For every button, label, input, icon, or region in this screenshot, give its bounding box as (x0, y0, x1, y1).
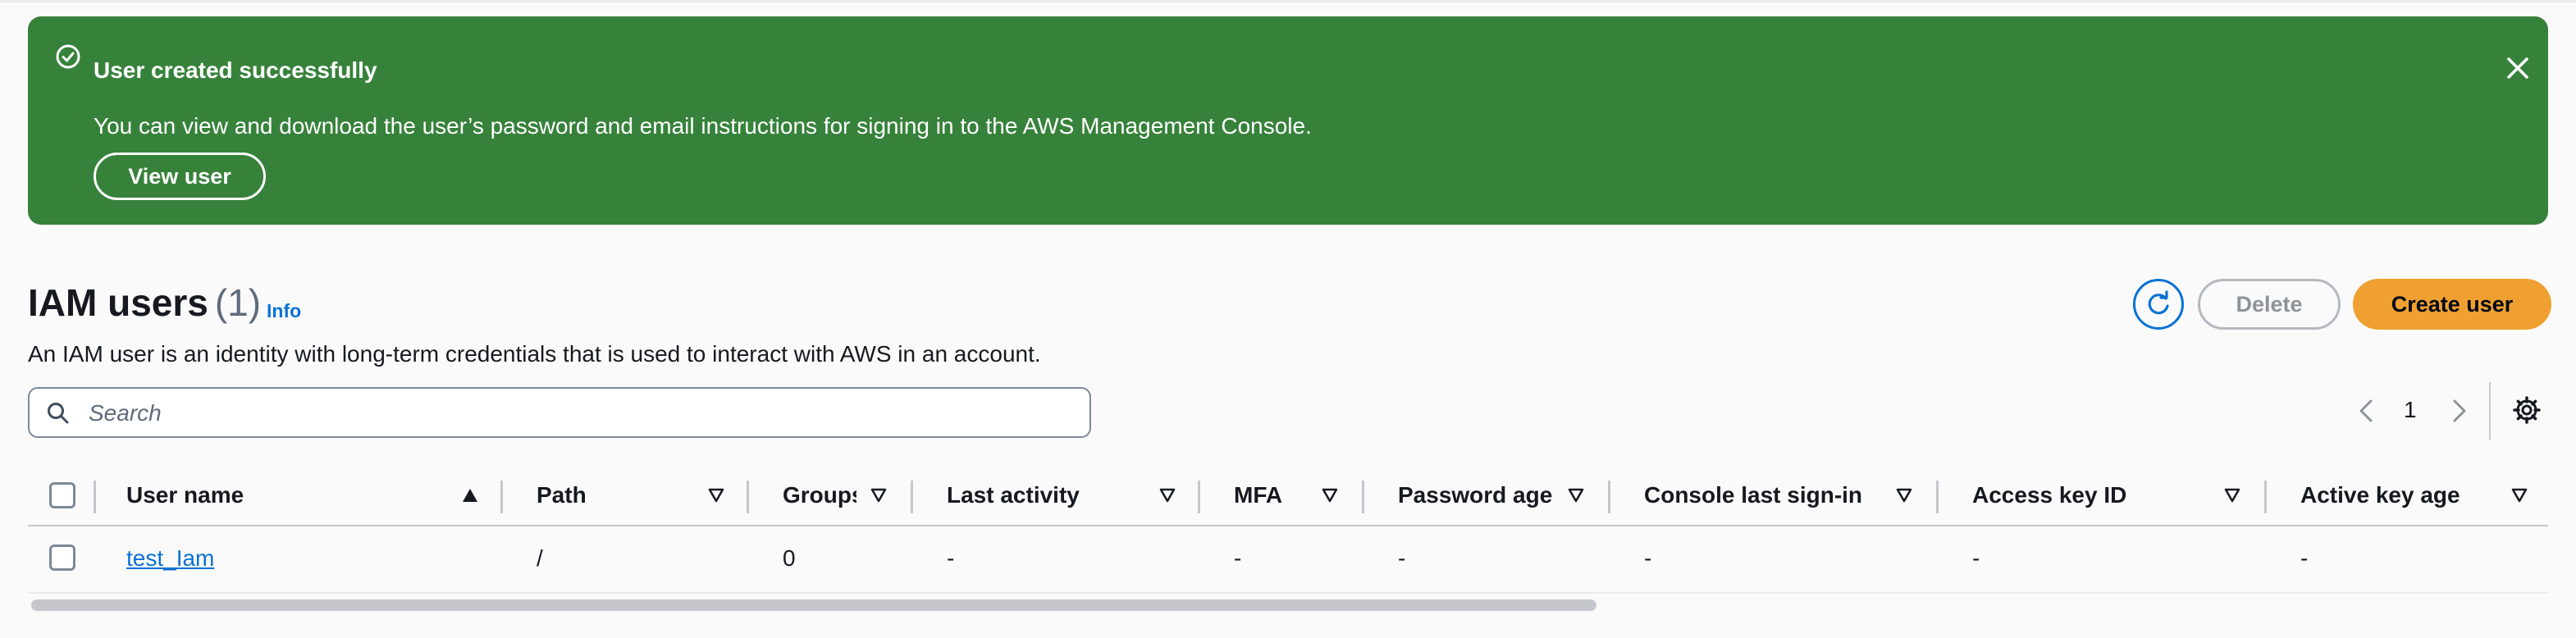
column-header-password-age[interactable]: Password age (1398, 466, 1595, 525)
close-icon[interactable] (2504, 54, 2532, 82)
refresh-button[interactable] (2133, 279, 2184, 330)
horizontal-scrollbar-thumb[interactable] (31, 599, 1596, 611)
column-separator (911, 481, 913, 513)
page-title: IAM users (1) (28, 280, 261, 325)
info-link[interactable]: Info (267, 300, 301, 322)
select-all-checkbox[interactable] (49, 482, 75, 508)
column-separator (1608, 481, 1610, 513)
cell-mfa: - (1234, 545, 1242, 571)
sort-icon[interactable] (1567, 487, 1585, 504)
column-header-last-activity[interactable]: Last activity (947, 466, 1160, 525)
sort-icon[interactable] (1321, 487, 1339, 504)
column-separator (94, 481, 96, 513)
column-label: Access key ID (1972, 482, 2127, 508)
sort-icon[interactable] (707, 487, 725, 504)
sort-ascending-icon[interactable] (461, 487, 479, 504)
column-label: MFA (1234, 482, 1283, 508)
column-separator (1936, 481, 1939, 513)
column-header-access-key-id[interactable]: Access key ID (1972, 466, 2185, 525)
search-input[interactable] (87, 395, 1075, 431)
refresh-icon (2148, 290, 2169, 315)
column-separator (1362, 481, 1364, 513)
sort-icon[interactable] (2510, 487, 2528, 504)
page-description: An IAM user is an identity with long-ter… (28, 341, 1041, 367)
column-label: Path (537, 482, 587, 508)
table-header: User name Path Groups Last activity MFA … (28, 466, 2548, 526)
success-flash-banner: User created successfully You can view a… (28, 16, 2548, 225)
create-user-button[interactable]: Create user (2353, 279, 2551, 330)
flash-title: User created successfully (94, 57, 377, 83)
delete-button[interactable]: Delete (2198, 279, 2341, 330)
sort-icon[interactable] (2223, 487, 2241, 504)
column-label: Last activity (947, 482, 1080, 508)
top-border (0, 0, 2576, 2)
column-header-console-last-sign-in[interactable]: Console last sign-in (1644, 466, 1907, 525)
column-separator (747, 481, 749, 513)
column-separator (1198, 481, 1200, 513)
cell-console-last-sign-in: - (1644, 545, 1652, 571)
cell-path: / (537, 545, 543, 571)
sort-icon[interactable] (1158, 487, 1176, 504)
sort-icon[interactable] (1895, 487, 1913, 504)
column-separator (500, 481, 503, 513)
cell-last-activity: - (947, 545, 955, 571)
column-label: Active key age (2300, 482, 2460, 508)
page-title-text: IAM users (28, 281, 208, 324)
search-field[interactable] (28, 387, 1091, 438)
view-user-button[interactable]: View user (94, 153, 266, 200)
user-name-link[interactable]: test_Iam (126, 525, 214, 592)
column-header-mfa[interactable]: MFA (1234, 466, 1332, 525)
column-label: Console last sign-in (1644, 482, 1863, 508)
search-icon (48, 403, 69, 424)
cell-access-key-id: - (1972, 545, 1980, 571)
gear-icon[interactable] (2512, 395, 2542, 425)
sort-icon[interactable] (870, 487, 888, 504)
row-checkbox[interactable] (49, 545, 75, 571)
flash-message: You can view and download the user’s pas… (94, 113, 1312, 139)
check-circle-icon (56, 44, 80, 69)
cell-groups: 0 (783, 545, 796, 571)
user-count: (1) (214, 281, 262, 324)
column-label: Groups (783, 482, 856, 508)
table-row: test_Iam / 0 - - - - - - (28, 525, 2548, 594)
column-separator (2264, 481, 2267, 513)
column-header-groups[interactable]: Groups (783, 466, 856, 525)
cell-password-age: - (1398, 545, 1406, 571)
pagination-divider (2489, 382, 2491, 440)
page-number[interactable]: 1 (2404, 397, 2417, 423)
column-label: User name (126, 482, 244, 508)
chevron-left-icon[interactable] (2356, 397, 2376, 425)
column-header-path[interactable]: Path (537, 466, 725, 525)
column-header-active-key-age[interactable]: Active key age (2300, 466, 2514, 525)
column-label: Password age (1398, 482, 1553, 508)
cell-active-key-age: - (2300, 545, 2309, 571)
chevron-right-icon[interactable] (2450, 397, 2469, 425)
